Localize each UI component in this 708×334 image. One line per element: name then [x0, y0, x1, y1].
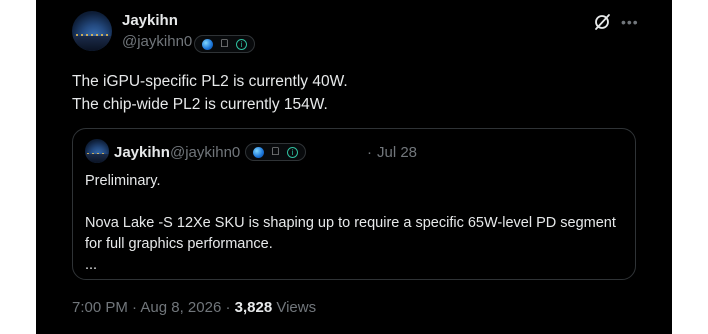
- quoted-paragraph: for full graphics performance.: [85, 236, 273, 252]
- globe-icon: [253, 146, 264, 158]
- views-label: Views: [276, 299, 317, 316]
- globe-icon: [202, 38, 213, 50]
- tweet-metadata: 7:00 PM · Aug 8, 2026 · 3,828 Views: [72, 299, 316, 316]
- grok-icon[interactable]: [593, 13, 611, 31]
- tweet-text-line: The iGPU-specific PL2 is currently 40W.: [72, 73, 348, 90]
- author-badges[interactable]:  i: [194, 35, 255, 53]
- quoted-paragraph: Preliminary.: [85, 173, 161, 189]
- tweet-text-line: The chip-wide PL2 is currently 154W.: [72, 96, 328, 113]
- meta-separator: ·: [225, 299, 231, 316]
- tweet-card: Jaykihn @jaykihn0  i ••• The iGPU-speci…: [36, 0, 672, 334]
- apple-icon: : [219, 38, 230, 50]
- quoted-ellipsis: ...: [85, 257, 98, 273]
- quoted-author-avatar[interactable]: [85, 139, 109, 163]
- tweet-time[interactable]: 7:00 PM: [72, 299, 128, 316]
- quoted-date-separator: ·: [367, 144, 372, 161]
- apple-icon: : [270, 146, 281, 158]
- meta-separator: ·: [132, 299, 138, 316]
- views-count: 3,828: [234, 299, 273, 316]
- tweet-date[interactable]: Aug 8, 2026: [140, 299, 221, 316]
- info-icon: i: [287, 146, 298, 158]
- tweet-text: The iGPU-specific PL2 is currently 40W. …: [72, 70, 632, 116]
- quoted-tweet-text: Preliminary. Nova Lake -S 12Xe SKU is sh…: [85, 171, 630, 276]
- author-handle[interactable]: @jaykihn0: [122, 33, 192, 50]
- more-options-icon[interactable]: •••: [621, 15, 639, 29]
- quoted-author-handle: @jaykihn0: [170, 144, 241, 161]
- quoted-author-badges:  i: [245, 143, 306, 161]
- author-avatar[interactable]: [72, 11, 112, 51]
- quoted-date: Jul 28: [377, 144, 418, 161]
- quoted-author-display-name: Jaykihn: [114, 144, 170, 161]
- avatar-city-silhouette: [72, 35, 112, 51]
- author-display-name[interactable]: Jaykihn: [122, 12, 178, 29]
- avatar-city-silhouette: [85, 153, 109, 163]
- info-icon: i: [236, 38, 247, 50]
- quoted-paragraph: Nova Lake -S 12Xe SKU is shaping up to r…: [85, 215, 616, 231]
